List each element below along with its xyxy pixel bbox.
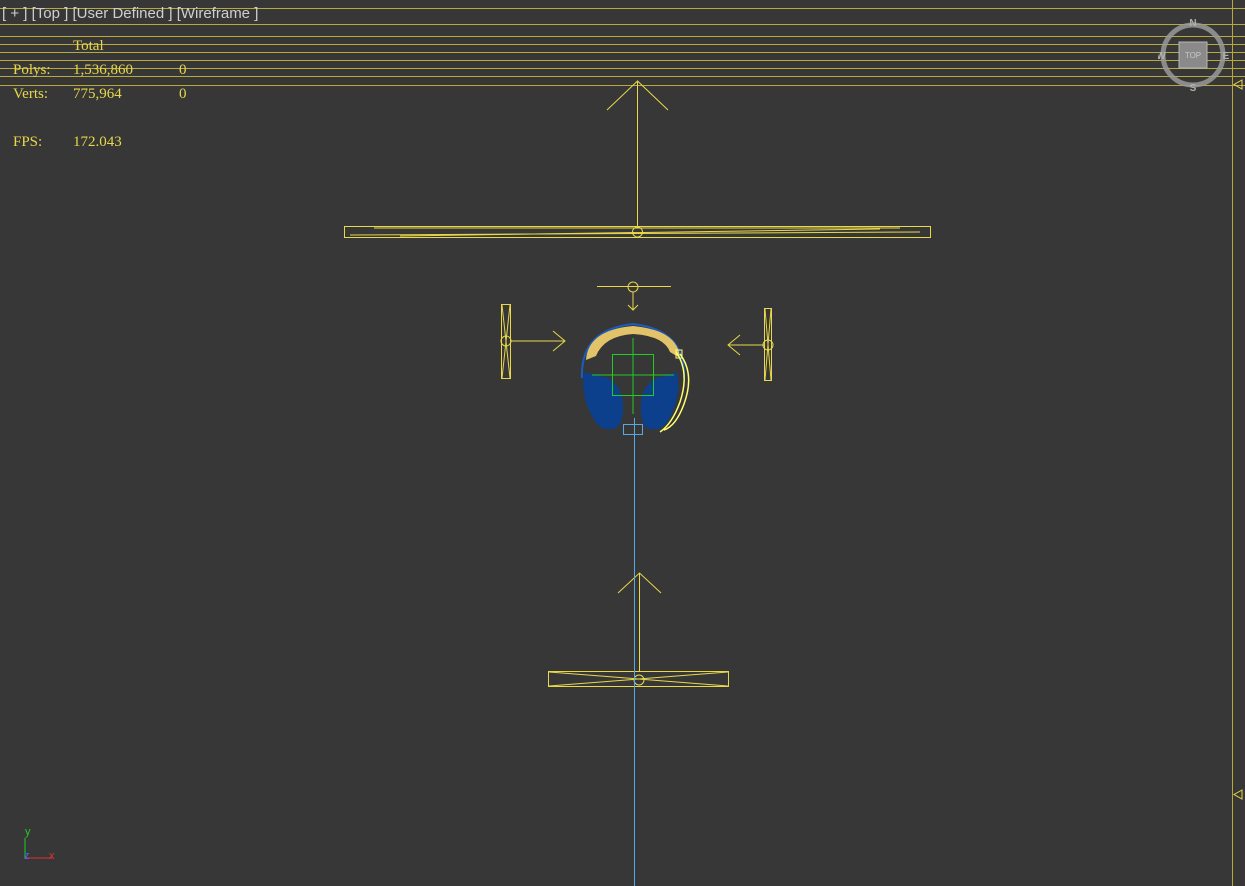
light-left[interactable] xyxy=(500,304,566,379)
axis-triad: y z x xyxy=(24,826,55,862)
axis-x-label: x xyxy=(49,850,55,862)
viewport-general-menu[interactable]: [ + ] xyxy=(2,5,27,22)
stats-total-header: Total xyxy=(73,38,104,54)
viewcube[interactable]: TOP N S E W xyxy=(1158,18,1230,94)
grid-lines xyxy=(0,0,1245,886)
compass-west[interactable]: W xyxy=(1158,51,1166,62)
stats-polys-label: Polys: xyxy=(13,62,51,78)
stats-polys-total: 1,536,860 xyxy=(73,62,133,78)
light-top[interactable] xyxy=(344,80,931,238)
compass-east[interactable]: E xyxy=(1223,51,1230,62)
viewport-label-menu: [ + ] [Top ] [User Defined ] [Wireframe … xyxy=(2,5,258,23)
stats-verts-label: Verts: xyxy=(13,86,48,102)
stats-verts-selected: 0 xyxy=(179,86,187,102)
stats-verts-total: 775,964 xyxy=(73,86,122,102)
viewcube-face-label: TOP xyxy=(1185,51,1201,60)
viewport-shading-menu[interactable]: [Wireframe ] xyxy=(177,5,259,22)
axis-y-label: y xyxy=(25,826,31,838)
viewport-lighting-menu[interactable]: [User Defined ] xyxy=(72,5,172,22)
stats-fps-label: FPS: xyxy=(13,134,43,150)
camera-body[interactable] xyxy=(623,424,643,435)
stats-polys-selected: 0 xyxy=(179,62,187,78)
offscreen-indicators xyxy=(1232,79,1243,800)
axis-z-label: z xyxy=(24,850,30,862)
compass-south[interactable]: S xyxy=(1190,83,1197,94)
headphone-model[interactable] xyxy=(580,322,690,433)
viewport-top[interactable]: [ + ] [Top ] [User Defined ] [Wireframe … xyxy=(0,0,1245,886)
viewport-scene[interactable] xyxy=(0,0,1245,886)
viewport-point-of-view-menu[interactable]: [Top ] xyxy=(32,5,69,22)
compass-north[interactable]: N xyxy=(1189,18,1196,29)
light-right[interactable] xyxy=(727,308,774,381)
stats-fps-value: 172.043 xyxy=(73,134,122,150)
light-bottom[interactable] xyxy=(548,572,729,687)
camera-target[interactable] xyxy=(597,281,671,311)
